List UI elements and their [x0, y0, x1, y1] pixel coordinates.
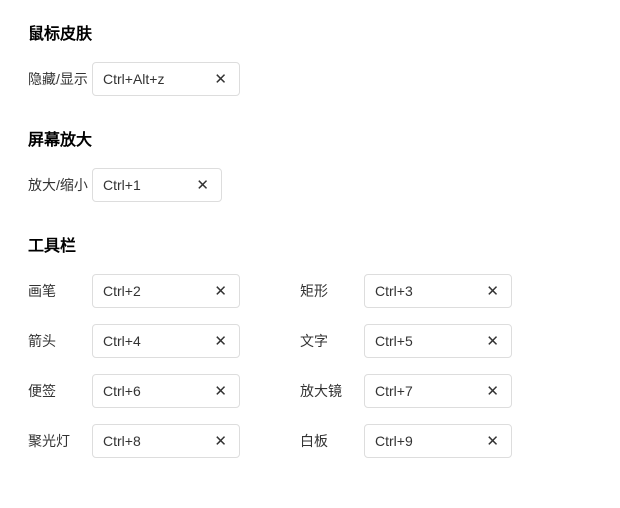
hotkey-value: Ctrl+4: [103, 333, 141, 349]
label-rect: 矩形: [300, 281, 364, 301]
hotkey-value: Ctrl+5: [375, 333, 413, 349]
hotkey-input-text[interactable]: Ctrl+5 ✕: [364, 324, 512, 358]
field-spotlight: 聚光灯 Ctrl+8 ✕: [28, 424, 240, 458]
label-brush: 画笔: [28, 281, 92, 301]
hotkey-value: Ctrl+3: [375, 283, 413, 299]
hotkey-input-magnifier[interactable]: Ctrl+7 ✕: [364, 374, 512, 408]
hotkey-input-arrow[interactable]: Ctrl+4 ✕: [92, 324, 240, 358]
hotkey-value: Ctrl+1: [103, 177, 141, 193]
clear-icon[interactable]: ✕: [212, 334, 229, 349]
section-title: 工具栏: [28, 232, 592, 256]
field-hide-show: 隐藏/显示 Ctrl+Alt+z ✕: [28, 62, 240, 96]
clear-icon[interactable]: ✕: [484, 334, 501, 349]
clear-icon[interactable]: ✕: [212, 384, 229, 399]
label-zoom: 放大/缩小: [28, 175, 92, 195]
section-title: 鼠标皮肤: [28, 20, 592, 44]
field-zoom: 放大/缩小 Ctrl+1 ✕: [28, 168, 222, 202]
clear-icon[interactable]: ✕: [194, 178, 211, 193]
section-toolbar: 工具栏 画笔 Ctrl+2 ✕ 矩形 Ctrl+3 ✕ 箭头: [28, 232, 592, 458]
hotkey-value: Ctrl+2: [103, 283, 141, 299]
hotkey-value: Ctrl+7: [375, 383, 413, 399]
hotkey-value: Ctrl+8: [103, 433, 141, 449]
field-rect: 矩形 Ctrl+3 ✕: [300, 274, 512, 308]
section-screen-zoom: 屏幕放大 放大/缩小 Ctrl+1 ✕: [28, 126, 592, 202]
field-brush: 画笔 Ctrl+2 ✕: [28, 274, 240, 308]
hotkey-value: Ctrl+Alt+z: [103, 71, 164, 87]
hotkey-value: Ctrl+9: [375, 433, 413, 449]
section-mouse-skin: 鼠标皮肤 隐藏/显示 Ctrl+Alt+z ✕: [28, 20, 592, 96]
clear-icon[interactable]: ✕: [212, 72, 229, 87]
field-note: 便签 Ctrl+6 ✕: [28, 374, 240, 408]
field-text: 文字 Ctrl+5 ✕: [300, 324, 512, 358]
label-magnifier: 放大镜: [300, 381, 364, 401]
label-spotlight: 聚光灯: [28, 431, 92, 451]
hotkey-input-zoom[interactable]: Ctrl+1 ✕: [92, 168, 222, 202]
clear-icon[interactable]: ✕: [484, 434, 501, 449]
field-whiteboard: 白板 Ctrl+9 ✕: [300, 424, 512, 458]
hotkey-input-brush[interactable]: Ctrl+2 ✕: [92, 274, 240, 308]
clear-icon[interactable]: ✕: [484, 384, 501, 399]
hotkey-value: Ctrl+6: [103, 383, 141, 399]
hotkey-input-spotlight[interactable]: Ctrl+8 ✕: [92, 424, 240, 458]
label-arrow: 箭头: [28, 331, 92, 351]
field-magnifier: 放大镜 Ctrl+7 ✕: [300, 374, 512, 408]
section-title: 屏幕放大: [28, 126, 592, 150]
hotkey-input-hide-show[interactable]: Ctrl+Alt+z ✕: [92, 62, 240, 96]
label-hide-show: 隐藏/显示: [28, 69, 92, 89]
hotkey-input-rect[interactable]: Ctrl+3 ✕: [364, 274, 512, 308]
field-arrow: 箭头 Ctrl+4 ✕: [28, 324, 240, 358]
clear-icon[interactable]: ✕: [212, 284, 229, 299]
label-whiteboard: 白板: [300, 431, 364, 451]
clear-icon[interactable]: ✕: [212, 434, 229, 449]
clear-icon[interactable]: ✕: [484, 284, 501, 299]
label-text: 文字: [300, 331, 364, 351]
hotkey-input-whiteboard[interactable]: Ctrl+9 ✕: [364, 424, 512, 458]
label-note: 便签: [28, 381, 92, 401]
hotkey-input-note[interactable]: Ctrl+6 ✕: [92, 374, 240, 408]
